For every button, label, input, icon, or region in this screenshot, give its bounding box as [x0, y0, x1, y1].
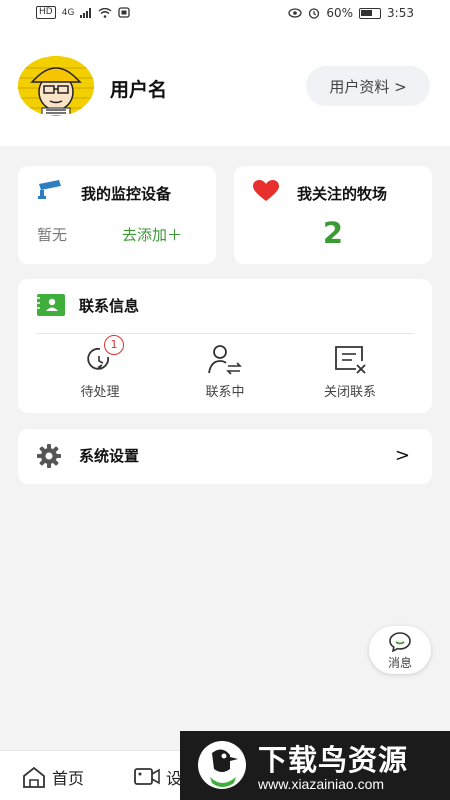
system-settings-row[interactable]: 系统设置 > [18, 429, 432, 484]
in-contact-item[interactable]: 联系中 [175, 343, 275, 400]
signal-icon [80, 7, 92, 18]
status-left: HD 4G [36, 6, 131, 19]
my-devices-card[interactable]: 我的监控设备 暂无 去添加＋ [18, 166, 216, 264]
devices-empty-text: 暂无 [37, 226, 68, 244]
watermark-url: www.xiazainiao.com [258, 776, 385, 792]
chat-bubble-icon [389, 632, 411, 652]
message-float-button[interactable]: 消息 [369, 626, 431, 674]
camera-icon [38, 180, 61, 199]
followed-farms-count: 2 [322, 216, 344, 250]
contact-info-title: 联系信息 [79, 297, 140, 315]
battery-percent: 60% [326, 6, 354, 20]
closed-contact-item[interactable]: 关闭联系 [300, 343, 400, 400]
contact-card-icon [37, 294, 65, 316]
watermark-title: 下载鸟资源 [258, 743, 409, 777]
pending-contact-item[interactable]: 1 待处理 [50, 335, 150, 400]
followed-farms-card[interactable]: 我关注的牧场 2 [234, 166, 432, 264]
person-transfer-icon [208, 345, 242, 375]
profile-header: 用户名 用户资料 > [0, 28, 450, 146]
status-bar: HD 4G 60% 3:53 [0, 0, 450, 28]
gear-icon [37, 444, 61, 468]
alarm-icon [309, 8, 320, 19]
add-device-link[interactable]: 去添加＋ [122, 224, 182, 245]
home-icon [23, 766, 45, 788]
profile-button-label: 用户资料 > [329, 77, 407, 96]
my-devices-title: 我的监控设备 [81, 185, 172, 203]
wifi-icon [98, 7, 112, 18]
in-contact-icon-wrap [207, 343, 243, 377]
username: 用户名 [110, 79, 168, 101]
pending-label: 待处理 [80, 385, 120, 400]
pending-badge: 1 [104, 335, 124, 355]
avatar[interactable] [18, 56, 94, 116]
followed-farms-title: 我关注的牧场 [297, 185, 388, 203]
avatar-cartoon-icon [18, 56, 94, 116]
chevron-right-icon: > [394, 445, 410, 466]
heart-icon [253, 180, 279, 201]
tab-devices[interactable]: 设 [134, 765, 182, 789]
tab-home[interactable]: 首页 [22, 765, 84, 789]
notification-icon [118, 7, 131, 18]
closed-contact-label: 关闭联系 [323, 385, 376, 400]
network-indicator: 4G [61, 7, 75, 18]
close-document-icon [335, 346, 366, 374]
in-contact-label: 联系中 [205, 385, 245, 400]
message-label: 消息 [387, 656, 412, 670]
status-right: 60% 3:53 [288, 6, 414, 20]
pending-icon-wrap: 1 [82, 335, 124, 377]
eye-icon [288, 8, 303, 18]
clock: 3:53 [387, 6, 414, 20]
profile-button[interactable]: 用户资料 > [306, 66, 430, 106]
battery-icon [359, 7, 382, 19]
hd-indicator: HD [36, 6, 56, 19]
contact-divider [36, 333, 414, 334]
bird-logo-icon [198, 741, 246, 789]
watermark-banner: 下载鸟资源 www.xiazainiao.com [180, 731, 450, 800]
video-camera-icon [134, 768, 160, 785]
contact-info-card: 联系信息 1 待处理 联系中 关闭联系 [18, 279, 432, 413]
closed-contact-icon-wrap [332, 343, 368, 377]
tab-home-label: 首页 [52, 769, 85, 788]
system-settings-title: 系统设置 [79, 447, 140, 465]
